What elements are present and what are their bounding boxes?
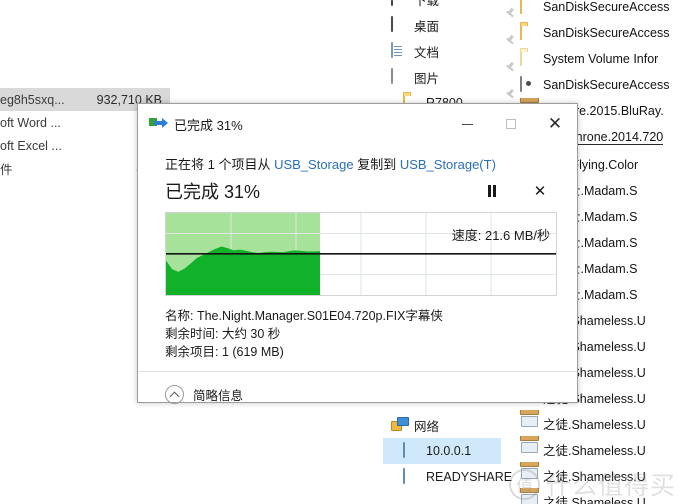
list-item-label: 之徒.Shameless.U [543, 495, 646, 504]
media-icon [520, 467, 538, 483]
cancel-icon: ✕ [533, 181, 547, 200]
sidebar-item-label: 下载 [414, 0, 440, 8]
pin-icon[interactable] [500, 54, 520, 81]
copy-icon [149, 117, 168, 132]
screenshot-root: eg8h5sxq...932,710 KBoft Word ...26 Koft… [0, 0, 678, 504]
computer-icon [403, 442, 420, 459]
folder-icon [520, 0, 538, 15]
pin-column [500, 0, 520, 108]
sidebar-item-READYSHARE[interactable]: READYSHARE [383, 464, 512, 490]
pin-icon[interactable] [500, 27, 520, 54]
close-icon: ✕ [547, 113, 563, 134]
list-item[interactable]: SanDiskSecureAccess [520, 72, 678, 98]
list-item[interactable]: System Volume Infor [520, 46, 678, 72]
transfer-details: 名称: The.Night.Manager.S01E04.720p.FIX字幕侠… [165, 307, 555, 361]
collapse-details-button[interactable]: 简略信息 [165, 385, 243, 404]
list-item[interactable]: 之徒.Shameless.U [520, 488, 678, 504]
documents-icon [391, 42, 408, 59]
dialog-footer: 简略信息 [138, 371, 577, 417]
pin-glyph [505, 8, 516, 19]
folder-pale-icon [520, 50, 538, 67]
maximize-button[interactable] [489, 104, 533, 144]
list-item[interactable]: 之徒.Shameless.U [520, 436, 678, 462]
window-controls: ✕ [445, 104, 577, 144]
list-item-label: 之徒.Shameless.U [543, 469, 646, 484]
sidebar-item-label: 网络 [414, 419, 440, 434]
computer-icon [403, 468, 420, 485]
transfer-prefix: 正在将 1 个项目从 [165, 157, 275, 172]
sidebar-item-图片[interactable]: 图片 [383, 64, 501, 90]
chevron-up-icon [165, 385, 184, 404]
pictures-icon [391, 68, 408, 85]
media-icon [520, 493, 538, 504]
collapse-label: 简略信息 [193, 389, 244, 403]
detail-name: 名称: The.Night.Manager.S01E04.720p.FIX字幕侠 [165, 309, 443, 323]
transfer-middle: 复制到 [353, 157, 400, 172]
list-item[interactable]: SanDiskSecureAccess [520, 0, 678, 20]
percent-row: 已完成 31% ✕ [165, 176, 555, 206]
sidebar-item-文档[interactable]: 文档 [383, 38, 501, 64]
network-icon [391, 417, 408, 433]
minimize-icon [461, 123, 473, 125]
folder-icon [520, 24, 538, 41]
file-name-cell: oft Word ... [0, 115, 61, 130]
sidebar-item-label: 10.0.0.1 [426, 444, 472, 458]
media-icon [520, 415, 538, 431]
source-link[interactable]: USB_Storage [274, 157, 354, 172]
sidebar-item-桌面[interactable]: 桌面 [383, 12, 501, 38]
sidebar-item-label: 图片 [414, 71, 440, 86]
sidebar-item-10.0.0.1[interactable]: 10.0.0.1 [383, 438, 501, 464]
list-item-label: SanDiskSecureAccess [543, 0, 670, 14]
percent-complete-text: 已完成 31% [165, 182, 261, 202]
list-item[interactable]: 之徒.Shameless.U [520, 462, 678, 488]
dialog-title-bar[interactable]: 已完成 31% ✕ [138, 104, 577, 144]
sidebar-item-下载[interactable]: 下载 [383, 0, 501, 12]
speed-graph: 速度: 21.6 MB/秒 [165, 212, 557, 296]
file-name-cell: eg8h5sxq... [0, 92, 65, 107]
copy-progress-dialog: 已完成 31% ✕ 正在将 1 个项目从 USB_Storage 复制到 USB… [137, 103, 578, 404]
list-item-label: System Volume Infor [543, 52, 659, 66]
cancel-transfer-button[interactable]: ✕ [529, 180, 551, 202]
list-item[interactable]: SanDiskSecureAccess [520, 20, 678, 46]
file-name-cell: oft Excel ... [0, 138, 62, 153]
close-button[interactable]: ✕ [533, 104, 577, 144]
list-item-label: SanDiskSecureAccess [543, 26, 670, 40]
pause-icon [488, 185, 496, 197]
transfer-description: 正在将 1 个项目从 USB_Storage 复制到 USB_Storage(T… [165, 154, 555, 173]
transfer-controls: ✕ [481, 180, 555, 202]
pin-glyph [505, 35, 516, 46]
maximize-icon [506, 119, 516, 129]
dialog-body: 正在将 1 个项目从 USB_Storage 复制到 USB_Storage(T… [138, 144, 577, 361]
destination-link[interactable]: USB_Storage(T) [400, 157, 496, 172]
media-icon [520, 441, 538, 457]
sidebar-item-label: 桌面 [414, 19, 440, 34]
dialog-title: 已完成 31% [174, 117, 243, 133]
speed-label: 速度: 21.6 MB/秒 [451, 228, 550, 243]
sidebar-item-label: 文档 [414, 45, 440, 60]
list-item-label: SanDiskSecureAccess [543, 78, 670, 92]
pause-button[interactable] [481, 180, 503, 202]
pin-icon[interactable] [500, 0, 520, 27]
pin-glyph [505, 89, 516, 100]
file-name-cell: 件 [0, 163, 13, 177]
pin-glyph [505, 62, 516, 73]
detail-items-remaining: 剩余项目: 1 (619 MB) [165, 345, 284, 359]
disc-icon [520, 76, 538, 93]
desktop-icon [391, 16, 408, 33]
download-icon [391, 0, 408, 7]
detail-time-remaining: 剩余时间: 大约 30 秒 [165, 327, 281, 341]
list-item-label: 之徒.Shameless.U [543, 443, 646, 458]
sidebar-item-label: READYSHARE [426, 470, 513, 484]
minimize-button[interactable] [445, 104, 489, 144]
